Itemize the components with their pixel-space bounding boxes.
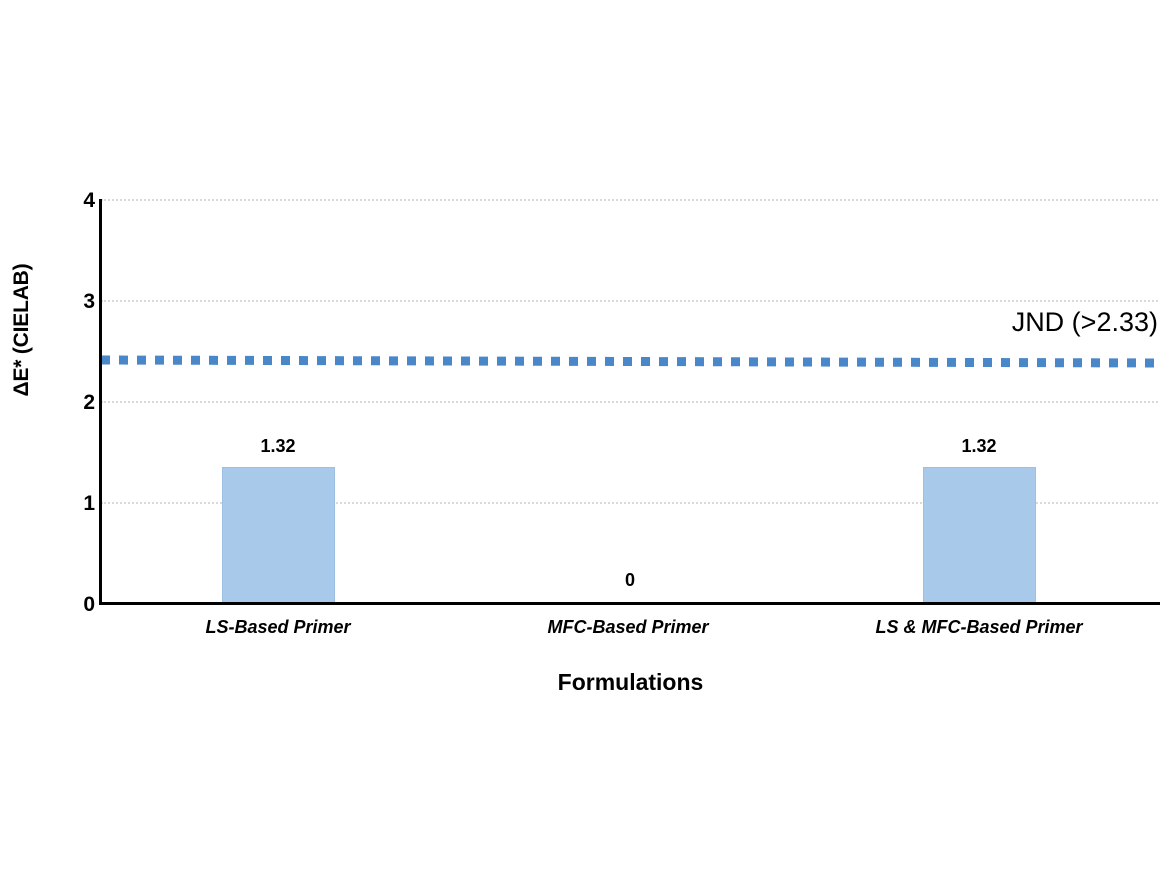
bar-value-label-ls-based-primer: 1.32 [260, 436, 296, 456]
y-tick-label-4: 4 [83, 189, 95, 212]
plot-area: JND (>2.33) [99, 199, 1161, 605]
x-axis-title: Formulations [557, 669, 704, 695]
value-axis-line [99, 199, 102, 604]
bar-value-label-ls-and-mfc-based-primer: 1.32 [961, 436, 997, 456]
jnd-threshold-line [100, 355, 1161, 368]
jnd-threshold-line-stroke [100, 355, 1161, 368]
category-label-ls-based-primer: LS-Based Primer [205, 617, 351, 637]
jnd-threshold-label: JND (>2.33) [1011, 307, 1158, 337]
bar-chart-figure: ΔE* (CIELAB) 4 3 2 1 0 JND (>2.33) 1.32 … [0, 0, 1170, 878]
y-tick-label-3: 3 [83, 290, 95, 313]
y-tick-label-0: 0 [83, 593, 95, 616]
y-tick-label-2: 2 [83, 391, 95, 414]
category-axis-line [99, 602, 1160, 605]
category-label-mfc-based-primer: MFC-Based Primer [547, 617, 709, 637]
y-axis-title: ΔE* (CIELAB) [10, 263, 33, 397]
bar-value-label-mfc-based-primer: 0 [624, 570, 635, 590]
category-label-ls-and-mfc-based-primer: LS & MFC-Based Primer [875, 617, 1083, 637]
y-tick-label-1: 1 [83, 492, 95, 515]
